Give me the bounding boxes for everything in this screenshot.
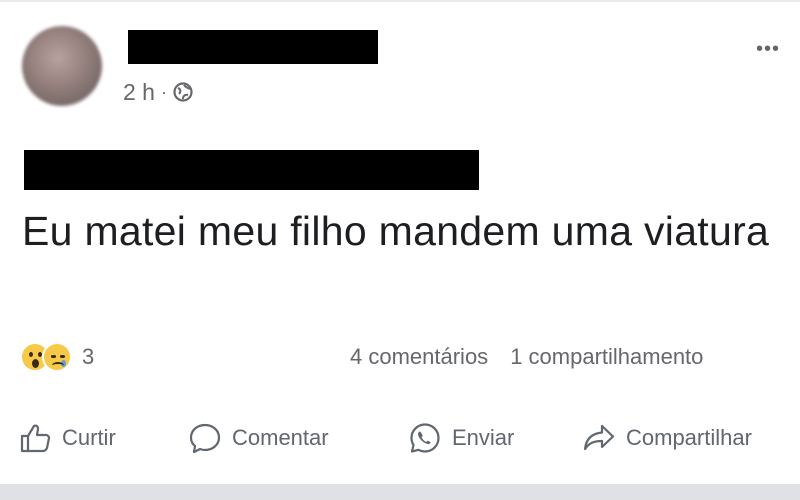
post-time[interactable]: 2 h	[123, 79, 155, 106]
action-bar: Curtir Comentar Enviar Compartilhar	[0, 415, 800, 461]
speech-bubble-icon	[189, 423, 221, 454]
share-arrow-icon	[583, 424, 615, 451]
globe-icon	[173, 82, 193, 102]
like-label: Curtir	[62, 425, 116, 450]
comment-button[interactable]: Comentar	[188, 415, 329, 461]
avatar[interactable]	[22, 26, 102, 106]
bottom-divider	[0, 484, 800, 500]
post-text: Eu matei meu filho mandem uma viatura	[22, 208, 770, 254]
reactions-summary[interactable]: 3	[20, 340, 94, 374]
send-label: Enviar	[452, 425, 515, 450]
share-button[interactable]: Compartilhar	[582, 415, 752, 461]
comment-label: Comentar	[232, 425, 329, 450]
sad-reaction-icon	[42, 342, 72, 372]
post-stats: 4 comentários 1 compartilhamento	[350, 342, 703, 372]
meta-separator: ·	[160, 81, 167, 102]
top-divider	[0, 0, 800, 2]
thumbs-up-icon	[20, 424, 51, 453]
more-options-icon[interactable]: •••	[756, 38, 780, 61]
post-meta: 2 h ·	[123, 78, 193, 106]
redacted-author-name	[128, 30, 378, 64]
redacted-text-line	[24, 150, 479, 190]
share-label: Compartilhar	[626, 425, 752, 450]
comments-count-link[interactable]: 4 comentários	[350, 344, 488, 370]
whatsapp-icon	[410, 423, 440, 453]
shares-count-link[interactable]: 1 compartilhamento	[510, 344, 703, 370]
send-button[interactable]: Enviar	[408, 415, 514, 461]
reaction-count: 3	[82, 344, 95, 369]
like-button[interactable]: Curtir	[18, 415, 116, 461]
